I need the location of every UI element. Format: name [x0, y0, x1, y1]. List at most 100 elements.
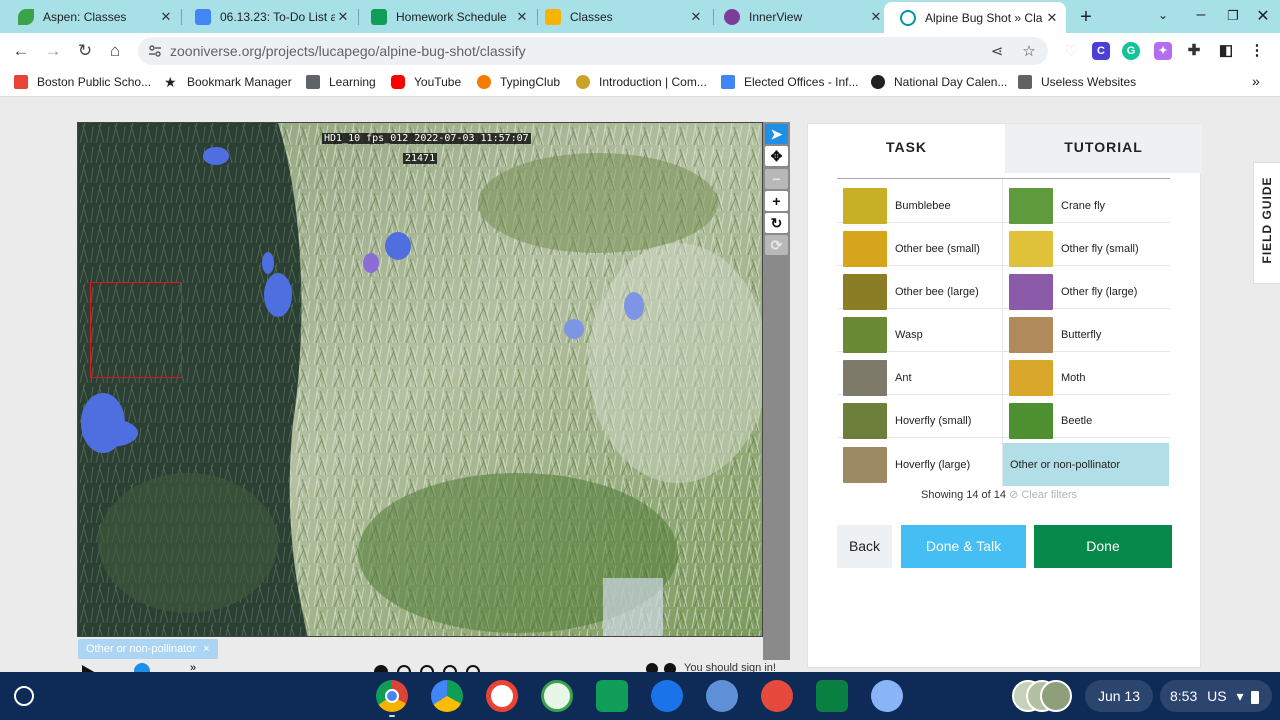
choice-moth[interactable]: Moth	[1003, 356, 1169, 399]
zoom-out-icon[interactable]: −	[765, 169, 788, 189]
choice-beetle[interactable]: Beetle	[1003, 399, 1169, 442]
choice-other-bee-small[interactable]: Other bee (small)	[837, 227, 1003, 270]
bookmark-star-icon[interactable]: ☆	[1020, 42, 1038, 60]
frame-dot[interactable]	[397, 665, 411, 672]
bookmark-item[interactable]: Learning	[306, 75, 376, 89]
fast-forward-icon[interactable]: »	[190, 662, 196, 672]
back-icon[interactable]: ←	[10, 40, 32, 62]
frame-dot[interactable]	[374, 665, 388, 672]
bookmark-item[interactable]: Boston Public Scho...	[14, 75, 151, 89]
bookmark-item[interactable]: YouTube	[391, 75, 461, 89]
minimize-icon[interactable]: –	[1190, 6, 1212, 26]
paint-icon[interactable]	[761, 680, 793, 712]
star-icon: ★	[164, 74, 177, 90]
field-guide-tab[interactable]: FIELD GUIDE	[1253, 162, 1280, 284]
more-menu-icon[interactable]: ⋮	[1248, 42, 1266, 60]
reset-icon[interactable]: ⟳	[765, 235, 788, 255]
contrast-icon[interactable]	[646, 663, 658, 672]
tab-search-icon[interactable]: ⌄	[1152, 8, 1174, 28]
browser-tab[interactable]: 06.13.23: To-Do List a ✕	[177, 4, 357, 29]
playback-slider-thumb[interactable]	[134, 663, 150, 672]
frame-dot[interactable]	[443, 665, 457, 672]
new-tab-button[interactable]: +	[1075, 6, 1097, 28]
holding-space-thumb-icon[interactable]	[1040, 680, 1072, 712]
rotate-icon[interactable]: ↻	[765, 213, 788, 233]
close-icon[interactable]: ✕	[688, 9, 704, 25]
back-button[interactable]: Back	[837, 525, 892, 568]
annotation-rectangle[interactable]	[90, 282, 182, 378]
date-pill[interactable]: Jun 13	[1085, 680, 1153, 712]
choice-other-fly-large[interactable]: Other fly (large)	[1003, 270, 1169, 313]
annotation-label-chip[interactable]: Other or non-pollinator ×	[78, 639, 218, 659]
settings-icon[interactable]	[871, 680, 903, 712]
browser-tab-active[interactable]: Alpine Bug Shot » Cla ✕	[884, 2, 1066, 33]
news-icon[interactable]	[816, 680, 848, 712]
site-info-icon[interactable]	[148, 44, 162, 58]
subject-image[interactable]: HD1_10 fps_012 2022-07-03 11:57:07 21471	[77, 122, 763, 637]
close-icon[interactable]: ✕	[158, 9, 174, 25]
forward-icon[interactable]: →	[42, 40, 64, 62]
bookmark-item[interactable]: Introduction | Com...	[576, 75, 707, 89]
pointer-icon[interactable]: ➤	[765, 124, 788, 144]
close-icon[interactable]: ✕	[868, 9, 884, 25]
browser-tab[interactable]: InnerView ✕	[706, 4, 890, 29]
status-tray[interactable]: 8:53 US ▾	[1160, 680, 1272, 712]
extension-puzzle-purple-icon[interactable]: ✦	[1154, 42, 1172, 60]
tab-task[interactable]: TASK	[808, 124, 1005, 173]
frame-dot[interactable]	[466, 665, 480, 672]
google-drive-icon[interactable]	[431, 680, 463, 712]
print-icon[interactable]	[706, 680, 738, 712]
choice-other-fly-small[interactable]: Other fly (small)	[1003, 227, 1169, 270]
choice-butterfly[interactable]: Butterfly	[1003, 313, 1169, 356]
done-button[interactable]: Done	[1034, 525, 1172, 568]
browser-tab[interactable]: Aspen: Classes ✕	[0, 4, 180, 29]
bookmark-item[interactable]: ★ Bookmark Manager	[164, 75, 292, 89]
share-icon[interactable]: ⋖	[988, 42, 1006, 60]
side-panel-icon[interactable]: ◧	[1217, 42, 1235, 60]
camera-icon[interactable]	[651, 680, 683, 712]
info-icon[interactable]	[664, 663, 676, 672]
bookmark-item[interactable]: National Day Calen...	[871, 75, 1007, 89]
play-icon[interactable]	[82, 665, 96, 672]
tab-title: InnerView	[749, 9, 803, 24]
choice-label: Other or non-pollinator	[1010, 458, 1121, 471]
bookmark-item[interactable]: Useless Websites	[1018, 75, 1136, 89]
choice-hoverfly-small[interactable]: Hoverfly (small)	[837, 399, 1003, 442]
choice-other-or-non-pollinator[interactable]: Other or non-pollinator	[1003, 443, 1169, 486]
launcher-icon[interactable]	[14, 686, 34, 706]
clear-filters-link[interactable]: ⊘ Clear filters	[1009, 489, 1077, 501]
close-icon[interactable]: ✕	[1044, 10, 1060, 26]
browser-tab[interactable]: Homework Schedule ✕	[353, 4, 536, 29]
close-window-icon[interactable]: ✕	[1252, 6, 1274, 26]
bookmark-item[interactable]: TypingClub	[477, 75, 560, 89]
extension-c-icon[interactable]: C	[1092, 42, 1110, 60]
choice-crane-fly[interactable]: Crane fly	[1003, 184, 1169, 227]
close-icon[interactable]: ✕	[335, 9, 351, 25]
close-icon[interactable]: ×	[203, 643, 209, 655]
choice-other-bee-large[interactable]: Other bee (large)	[837, 270, 1003, 313]
done-and-talk-button[interactable]: Done & Talk	[901, 525, 1026, 568]
frame-dot[interactable]	[420, 665, 434, 672]
chrome-icon[interactable]	[376, 680, 408, 712]
classroom-icon[interactable]	[596, 680, 628, 712]
choice-hoverfly-large[interactable]: Hoverfly (large)	[837, 443, 1003, 486]
heart-icon[interactable]: ♡	[1062, 42, 1080, 60]
grammarly-icon[interactable]: G	[1122, 42, 1140, 60]
extensions-icon[interactable]: ✚	[1185, 42, 1203, 60]
move-icon[interactable]: ✥	[765, 146, 788, 166]
reload-icon[interactable]: ↻	[74, 40, 96, 62]
choice-ant[interactable]: Ant	[837, 356, 1003, 399]
aspen-icon[interactable]	[541, 680, 573, 712]
leaf-icon	[18, 8, 34, 25]
browser-tab[interactable]: Classes ✕	[527, 4, 710, 29]
tab-tutorial[interactable]: TUTORIAL	[1005, 124, 1202, 173]
choice-bumblebee[interactable]: Bumblebee	[837, 184, 1003, 227]
zoom-in-icon[interactable]: +	[765, 191, 788, 211]
home-icon[interactable]: ⌂	[104, 40, 126, 62]
address-bar[interactable]: zooniverse.org/projects/lucapego/alpine-…	[138, 37, 1048, 65]
restore-icon[interactable]: ❐	[1222, 8, 1244, 28]
gmail-icon[interactable]	[486, 680, 518, 712]
bookmarks-overflow-button[interactable]: »	[1252, 73, 1260, 89]
bookmark-item[interactable]: Elected Offices - Inf...	[721, 75, 859, 89]
choice-wasp[interactable]: Wasp	[837, 313, 1003, 356]
